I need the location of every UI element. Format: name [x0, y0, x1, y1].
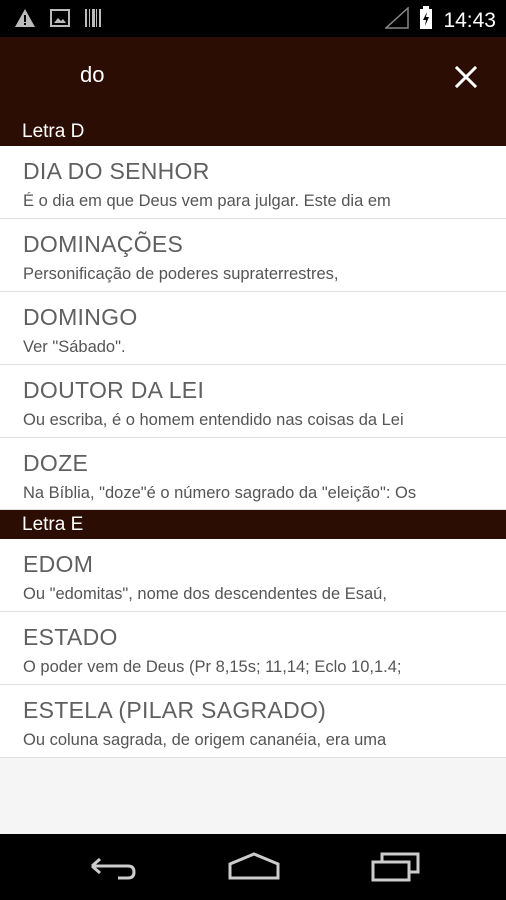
entry-title: DOZE: [23, 450, 89, 476]
entry-description: Ver "Sábado".: [23, 338, 126, 356]
list-item[interactable]: DOZE Na Bíblia, "doze"é o número sagrado …: [0, 438, 506, 510]
entry-title: DOMINAÇÕES: [23, 231, 184, 257]
signal-icon: [384, 6, 410, 34]
entry-description: O poder vem de Deus (Pr 8,15s; 11,14; Ec…: [23, 658, 402, 676]
section-header: Letra D: [0, 117, 506, 146]
entry-title: DOUTOR DA LEI: [23, 377, 205, 403]
glossary-list: Letra D DIA DO SENHOR É o dia em que Deus…: [0, 117, 506, 758]
entry-title: EDOM: [23, 551, 94, 577]
navigation-bar: [0, 834, 506, 900]
section-header: Letra E: [0, 510, 506, 539]
list-item[interactable]: DOUTOR DA LEI Ou escriba, é o homem enten…: [0, 365, 506, 438]
list-item[interactable]: ESTELA (PILAR SAGRADO) Ou coluna sagrada,…: [0, 685, 506, 758]
entry-description: É o dia em que Deus vem para julgar. Est…: [23, 192, 391, 210]
entry-description: Ou "edomitas", nome dos descendentes de …: [23, 585, 387, 603]
back-icon[interactable]: [88, 850, 138, 887]
entry-title: ESTELA (PILAR SAGRADO): [23, 697, 327, 723]
entry-title: DIA DO SENHOR: [23, 158, 210, 184]
battery-charging-icon: [419, 6, 433, 35]
list-item[interactable]: DOMINAÇÕES Personificação de poderes supr…: [0, 219, 506, 292]
close-icon[interactable]: [450, 61, 482, 93]
entry-description: Ou coluna sagrada, de origem cananéia, e…: [23, 731, 387, 749]
search-bar: do: [0, 37, 506, 117]
entry-description: Personificação de poderes supraterrestre…: [23, 265, 339, 283]
list-item[interactable]: DIA DO SENHOR É o dia em que Deus vem par…: [0, 146, 506, 219]
status-bar: 14:43: [0, 0, 506, 37]
entry-title: DOMINGO: [23, 304, 138, 330]
list-item[interactable]: DOMINGO Ver "Sábado".: [0, 292, 506, 365]
entry-description: Na Bíblia, "doze"é o número sagrado da "…: [23, 484, 417, 502]
entry-description: Ou escriba, é o homem entendido nas cois…: [23, 411, 404, 429]
list-item[interactable]: EDOM Ou "edomitas", nome dos descendentes…: [0, 539, 506, 612]
warning-icon: [14, 8, 36, 33]
list-item[interactable]: ESTADO O poder vem de Deus (Pr 8,15s; 11,…: [0, 612, 506, 685]
entry-title: ESTADO: [23, 624, 118, 650]
search-input[interactable]: do: [80, 62, 104, 88]
home-icon[interactable]: [226, 850, 282, 887]
barcode-icon: [84, 8, 102, 33]
image-icon: [50, 9, 70, 32]
recents-icon[interactable]: [370, 850, 422, 887]
clock: 14:43: [443, 8, 496, 32]
